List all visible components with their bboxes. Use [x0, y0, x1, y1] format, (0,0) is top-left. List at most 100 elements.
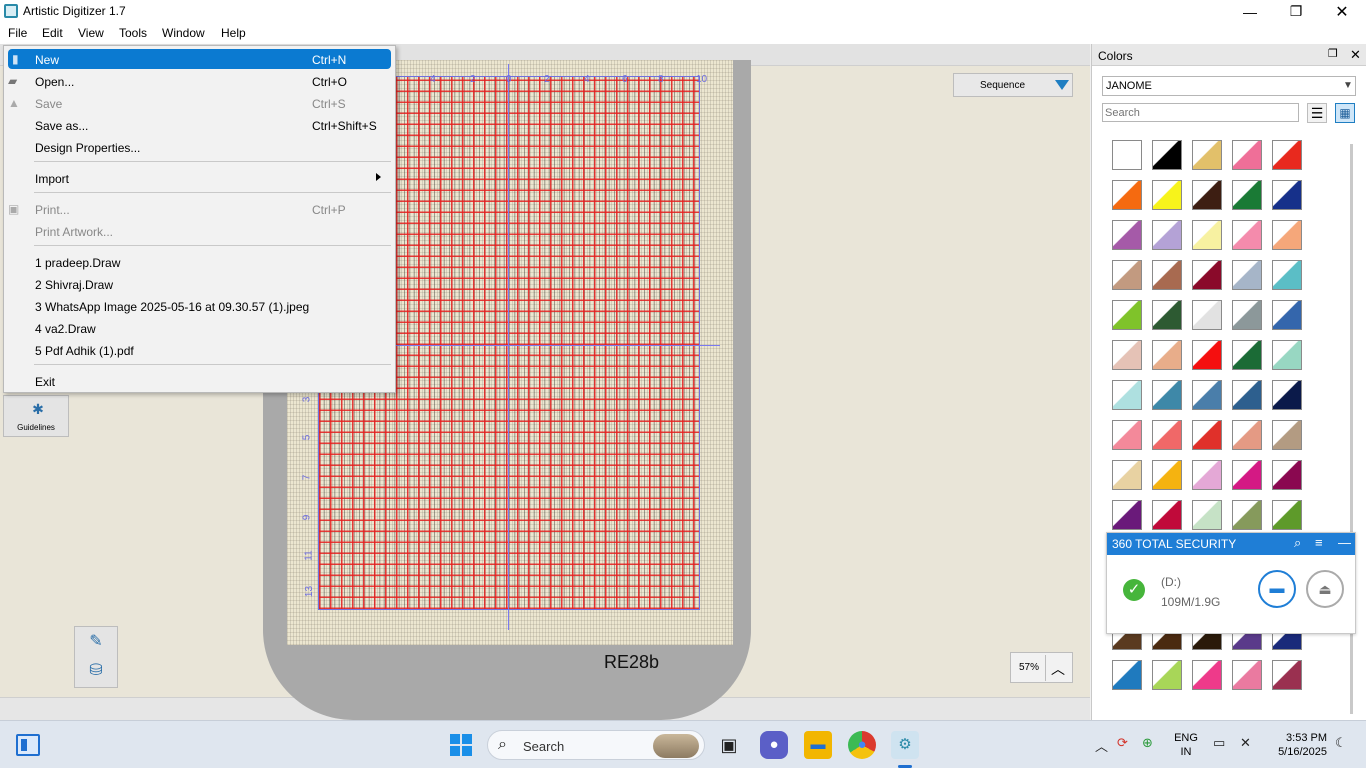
- chrome-icon[interactable]: ●: [848, 731, 876, 759]
- color-swatch[interactable]: [1192, 660, 1222, 690]
- zoom-control[interactable]: 57% ︿: [1010, 652, 1073, 683]
- menu-file[interactable]: File: [8, 26, 27, 40]
- menu-icon[interactable]: ≡: [1315, 535, 1323, 550]
- color-swatch[interactable]: [1152, 460, 1182, 490]
- menu-window[interactable]: Window: [162, 26, 205, 40]
- color-swatch[interactable]: [1152, 300, 1182, 330]
- search-icon[interactable]: ⌕: [1294, 535, 1301, 551]
- task-view-icon[interactable]: ▣: [715, 731, 743, 759]
- menu-item-exit[interactable]: Exit: [4, 371, 395, 391]
- grid-view-button[interactable]: ▦: [1335, 103, 1355, 123]
- color-swatch[interactable]: [1272, 140, 1302, 170]
- color-swatch[interactable]: [1232, 220, 1262, 250]
- color-swatch[interactable]: [1112, 220, 1142, 250]
- color-swatch[interactable]: [1232, 460, 1262, 490]
- open-folder-button[interactable]: ▬: [1258, 570, 1296, 608]
- network-icon[interactable]: ▭: [1213, 735, 1225, 751]
- pen-icon[interactable]: ✎: [85, 631, 107, 653]
- eject-button[interactable]: ⏏: [1306, 570, 1344, 608]
- fill-bucket-icon[interactable]: ⛁: [85, 660, 107, 682]
- color-swatch[interactable]: [1152, 660, 1182, 690]
- menu-item-design-properties[interactable]: Design Properties...: [4, 137, 395, 157]
- windows-start-icon[interactable]: [450, 734, 472, 756]
- chevron-up-icon[interactable]: ︿: [1095, 736, 1108, 755]
- menu-tools[interactable]: Tools: [119, 26, 147, 40]
- color-swatch[interactable]: [1112, 300, 1142, 330]
- color-swatch[interactable]: [1272, 340, 1302, 370]
- minimize-icon[interactable]: —: [1338, 535, 1351, 550]
- volume-muted-icon[interactable]: ✕: [1240, 735, 1251, 751]
- color-swatch[interactable]: [1272, 500, 1302, 530]
- color-swatch[interactable]: [1152, 220, 1182, 250]
- color-swatch[interactable]: [1272, 180, 1302, 210]
- color-swatch[interactable]: [1232, 380, 1262, 410]
- color-swatch[interactable]: [1192, 140, 1222, 170]
- color-swatch[interactable]: [1272, 300, 1302, 330]
- close-button[interactable]: ✕: [1319, 0, 1365, 23]
- color-swatch[interactable]: [1112, 460, 1142, 490]
- menu-item-import[interactable]: Import: [4, 168, 395, 188]
- security-shield-tray-icon[interactable]: ⊕: [1142, 735, 1153, 751]
- color-swatch[interactable]: [1192, 420, 1222, 450]
- chevron-up-icon[interactable]: ︿: [1051, 659, 1065, 679]
- color-swatch[interactable]: [1192, 460, 1222, 490]
- float-panel-icon[interactable]: ❐: [1328, 47, 1338, 60]
- color-swatch[interactable]: [1192, 380, 1222, 410]
- color-swatch[interactable]: [1152, 140, 1182, 170]
- teams-icon[interactable]: ●: [760, 731, 788, 759]
- menu-item-save-as[interactable]: Save as... Ctrl+Shift+S: [4, 115, 395, 135]
- taskbar-search[interactable]: ⌕ Search: [487, 730, 705, 760]
- color-swatch[interactable]: [1232, 420, 1262, 450]
- color-swatch[interactable]: [1272, 460, 1302, 490]
- color-swatch[interactable]: [1192, 500, 1222, 530]
- color-swatch[interactable]: [1152, 340, 1182, 370]
- color-search-input[interactable]: [1102, 103, 1299, 122]
- menu-item-open[interactable]: ▰ Open... Ctrl+O: [4, 71, 395, 91]
- color-swatch[interactable]: [1152, 420, 1182, 450]
- artistic-digitizer-icon[interactable]: ⚙: [891, 731, 919, 759]
- color-swatch[interactable]: [1232, 260, 1262, 290]
- color-swatch[interactable]: [1192, 180, 1222, 210]
- color-swatch[interactable]: [1152, 500, 1182, 530]
- minimize-button[interactable]: —: [1227, 0, 1273, 23]
- guidelines-button[interactable]: ✱ Guidelines: [3, 395, 69, 437]
- color-swatch[interactable]: [1192, 220, 1222, 250]
- menu-help[interactable]: Help: [221, 26, 246, 40]
- color-swatch[interactable]: [1272, 660, 1302, 690]
- 360-security-tray-icon[interactable]: ⟳: [1117, 735, 1128, 751]
- color-swatch[interactable]: [1232, 300, 1262, 330]
- clock[interactable]: 3:53 PM 5/16/2025: [1265, 731, 1327, 759]
- menu-edit[interactable]: Edit: [42, 26, 63, 40]
- color-swatch[interactable]: [1152, 180, 1182, 210]
- color-swatch[interactable]: [1192, 300, 1222, 330]
- color-swatch[interactable]: [1272, 220, 1302, 250]
- color-swatch[interactable]: [1112, 380, 1142, 410]
- color-swatch[interactable]: [1112, 660, 1142, 690]
- color-swatch[interactable]: [1232, 180, 1262, 210]
- menu-item-recent-5[interactable]: 5 Pdf Adhik (1).pdf: [4, 340, 395, 360]
- maximize-button[interactable]: ❐: [1273, 0, 1319, 23]
- color-swatch[interactable]: [1112, 260, 1142, 290]
- menu-item-recent-1[interactable]: 1 pradeep.Draw: [4, 252, 395, 272]
- color-swatch[interactable]: [1192, 260, 1222, 290]
- close-icon[interactable]: ✕: [1350, 47, 1361, 63]
- widgets-icon[interactable]: [16, 734, 40, 756]
- file-explorer-icon[interactable]: ▬: [804, 731, 832, 759]
- color-swatch[interactable]: [1112, 140, 1142, 170]
- moon-icon[interactable]: ☾: [1335, 735, 1347, 751]
- menu-item-recent-2[interactable]: 2 Shivraj.Draw: [4, 274, 395, 294]
- language-indicator[interactable]: ENG IN: [1171, 731, 1201, 759]
- color-swatch[interactable]: [1272, 260, 1302, 290]
- color-swatch[interactable]: [1232, 660, 1262, 690]
- color-swatch[interactable]: [1152, 380, 1182, 410]
- color-swatch[interactable]: [1232, 500, 1262, 530]
- sequence-dropdown[interactable]: Sequence: [953, 73, 1073, 97]
- list-view-button[interactable]: ☰: [1307, 103, 1327, 123]
- color-swatch[interactable]: [1112, 180, 1142, 210]
- color-swatch[interactable]: [1232, 340, 1262, 370]
- menu-item-recent-4[interactable]: 4 va2.Draw: [4, 318, 395, 338]
- menu-item-recent-3[interactable]: 3 WhatsApp Image 2025-05-16 at 09.30.57 …: [4, 296, 395, 316]
- thread-brand-select[interactable]: JANOME ▼: [1102, 76, 1356, 96]
- color-swatch[interactable]: [1152, 260, 1182, 290]
- color-swatch[interactable]: [1232, 140, 1262, 170]
